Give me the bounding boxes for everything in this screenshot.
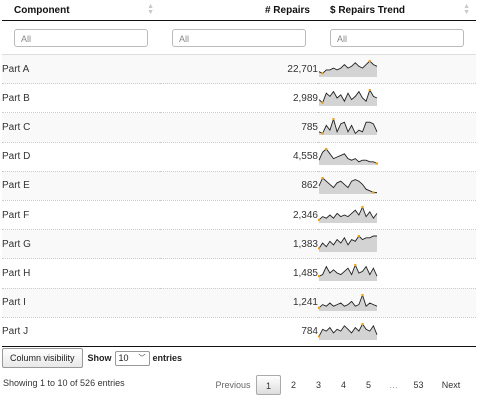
repairs-cell: 1,383 [160,229,318,259]
chevron-down-icon: ﹀ [138,354,146,362]
sparkline-min-marker [321,72,324,75]
repairs-cell: 2,346 [160,199,318,230]
table-row[interactable]: Part D 4,558 [2,141,476,172]
component-cell: Part J [2,316,160,347]
column-visibility-button[interactable]: Column visibility [2,348,83,368]
next-page-button[interactable]: Next [431,375,471,395]
header-row: Component ▲ ▼ # Repairs $ Repairs Trend ▲… [2,0,476,21]
component-cell: Part A [2,63,30,75]
trend-cell [318,141,476,172]
trend-cell [318,258,476,288]
entries-label: entries [152,353,183,363]
page-button-1[interactable]: 1 [256,375,281,395]
sparkline-chart [318,293,378,311]
sparkline-chart [318,60,378,78]
filter-row: All All All [2,20,476,55]
table-row[interactable]: Part C 785 [2,112,476,143]
page-button-5[interactable]: 5 [356,375,381,395]
trend-cell [318,55,476,84]
page-length-control: Show 10 ﹀ entries [87,350,183,366]
repairs-cell: 1,241 [160,287,318,318]
repairs-cell: 22,701 [287,63,318,75]
sparkline-chart [318,176,377,194]
repairs-filter-input[interactable]: All [172,28,306,47]
page-length-value: 10 [118,352,129,363]
pagination-ellipsis: … [389,380,398,390]
table-body: Part A 22,701 Part B 2,989 Part C 785 Part D 4,… [2,54,476,347]
table-row[interactable]: Part B 2,989 [2,83,476,113]
trend-cell [318,229,476,259]
component-filter-input[interactable]: All [14,28,148,47]
sparkline-chart [318,264,378,282]
component-cell: Part C [2,112,160,143]
table-row[interactable]: Part J 784 [2,316,476,347]
sparkline-chart [318,235,377,253]
column-header-trend-label: $ Repairs Trend [330,4,406,16]
page-length-select[interactable]: 10 ﹀ [114,350,150,366]
sparkline-min-marker [372,191,375,194]
pagination: Previous 1 2 3 4 5 … 53 Next [210,375,471,395]
sparkline-min-marker [321,132,324,136]
page-button-last[interactable]: 53 [406,375,431,395]
column-header-trend[interactable]: $ Repairs Trend ▲ ▼ [318,0,476,21]
trend-cell [318,199,476,230]
component-cell: Part G [2,229,160,259]
component-cell: Part B [2,83,160,113]
page-button-2[interactable]: 2 [281,375,306,395]
sparkline-area [319,323,377,340]
sort-icon: ▲ ▼ [147,3,154,16]
table-row[interactable]: Part H 1,485 [2,258,476,288]
sparkline-max-marker [361,293,364,296]
sparkline-area [319,294,377,311]
column-header-component[interactable]: Component ▲ ▼ [2,0,160,21]
repairs-cell: 785 [160,112,318,143]
repairs-table: Component ▲ ▼ # Repairs $ Repairs Trend ▲… [2,0,476,347]
page-button-3[interactable]: 3 [306,375,331,395]
sparkline-max-marker [332,118,335,121]
repairs-cell: 1,485 [160,258,318,288]
sparkline-min-marker [321,101,324,105]
trend-filter-input[interactable]: All [330,28,464,47]
table-row[interactable]: Part G 1,383 [2,229,476,259]
table-controls: Column visibility Show 10 ﹀ entries [2,348,182,368]
previous-page-button[interactable]: Previous [210,375,256,395]
sparkline-chart [318,322,378,340]
sparkline-area [319,177,377,194]
trend-cell [318,83,476,113]
trend-cell [318,112,476,143]
page-button-4[interactable]: 4 [331,375,356,395]
table-row[interactable]: Part A 22,701 [2,54,476,84]
component-cell: Part F [2,199,160,230]
repairs-table-container: Component ▲ ▼ # Repairs $ Repairs Trend ▲… [2,0,476,347]
trend-cell [318,287,476,318]
sparkline-chart [318,118,378,136]
repairs-cell: 862 [160,170,318,201]
component-cell: Part D [2,141,160,172]
component-cell: Part E [2,170,160,201]
sparkline-chart [318,89,378,107]
table-info: Showing 1 to 10 of 526 entries [3,378,125,388]
table-row[interactable]: Part I 1,241 [2,287,476,318]
sort-icon: ▲ ▼ [463,3,470,16]
column-header-component-label: Component [14,4,70,16]
component-cell: Part H [2,258,160,288]
repairs-cell: 2,989 [160,83,318,113]
component-cell: Part I [2,287,160,318]
sparkline-area [319,265,377,282]
table-row[interactable]: Part E 862 [2,170,476,201]
table-row[interactable]: Part F 2,346 [2,199,476,230]
column-header-repairs-label: # Repairs [264,4,310,16]
sparkline-chart [318,206,378,224]
trend-cell [318,316,476,347]
repairs-cell: 4,558 [160,141,318,172]
trend-cell [318,170,476,201]
show-label: Show [87,353,112,363]
sparkline-area [319,61,377,78]
sparkline-area [319,207,377,224]
sparkline-chart [318,147,378,165]
repairs-cell: 784 [160,316,318,347]
column-header-repairs[interactable]: # Repairs [160,0,318,21]
